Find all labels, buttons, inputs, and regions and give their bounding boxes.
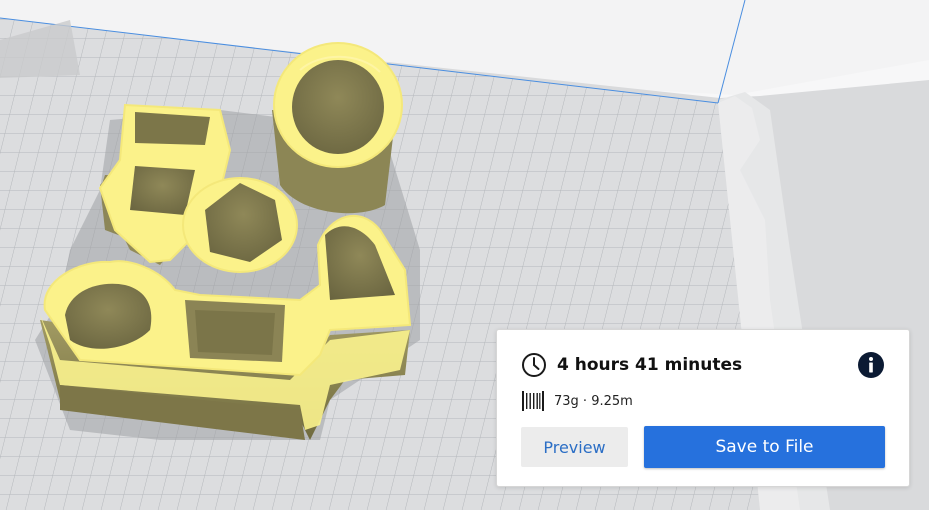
print-time-row: 4 hours 41 minutes	[521, 352, 742, 378]
print-summary-panel: 4 hours 41 minutes 73g · 9.25m Preview S…	[496, 329, 910, 487]
material-usage-label: 73g · 9.25m	[554, 393, 633, 409]
filament-spool-icon	[522, 391, 544, 411]
save-to-file-button[interactable]: Save to File	[644, 426, 885, 468]
preview-button[interactable]: Preview	[521, 427, 628, 467]
clock-icon	[522, 353, 546, 377]
info-icon[interactable]	[857, 351, 885, 379]
material-row: 73g · 9.25m	[521, 390, 633, 412]
print-time-label: 4 hours 41 minutes	[557, 355, 743, 375]
